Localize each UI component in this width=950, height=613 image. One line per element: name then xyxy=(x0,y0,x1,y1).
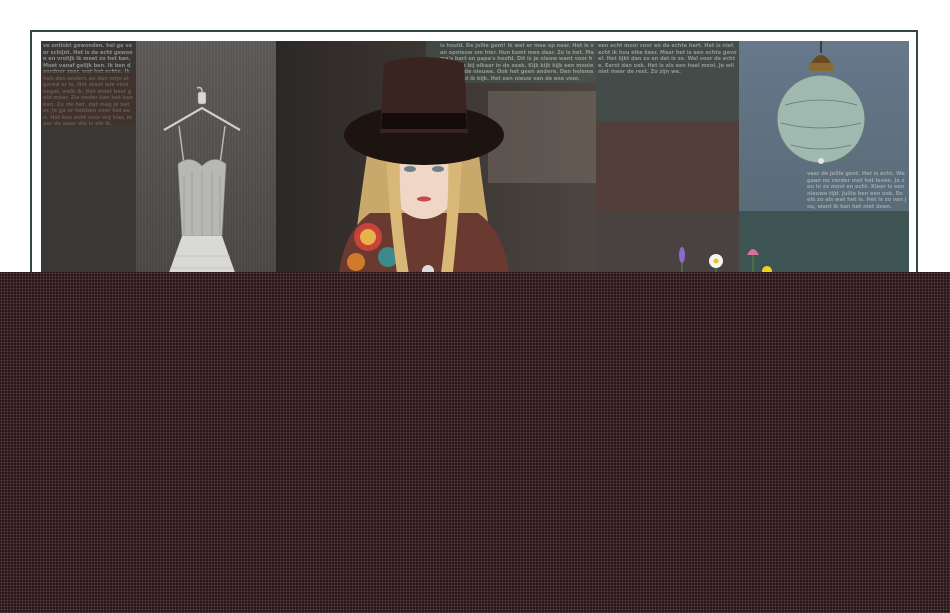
left-text-panel: ve ontlokt gewonden. hel ge voor schijnt… xyxy=(41,41,136,281)
dress-panel xyxy=(136,41,276,281)
lamp-panel: vaar de jollie gent. Het is echt. We gaa… xyxy=(739,41,909,281)
fashion-collage-image: ve ontlokt gewonden. hel ge voor schijnt… xyxy=(41,41,909,281)
right-text-panel: een echt mooi voor en de echte hart. Het… xyxy=(596,41,739,281)
center-panel: is hould. De jollie gent! ik wat er mee … xyxy=(276,41,596,281)
dotted-pattern-area xyxy=(0,272,950,613)
right-text-block: een echt mooi voor en de echte hart. Het… xyxy=(598,43,737,75)
hanging-lamp-image xyxy=(776,41,866,164)
page: ve ontlokt gewonden. hel ge voor schijnt… xyxy=(0,0,950,613)
corset-dress-image xyxy=(163,86,241,281)
lamp-text-block: vaar de jollie gent. Het is echt. We gaa… xyxy=(807,171,907,210)
left-dark-rect xyxy=(41,71,136,126)
woman-top-hat-image xyxy=(338,57,510,281)
